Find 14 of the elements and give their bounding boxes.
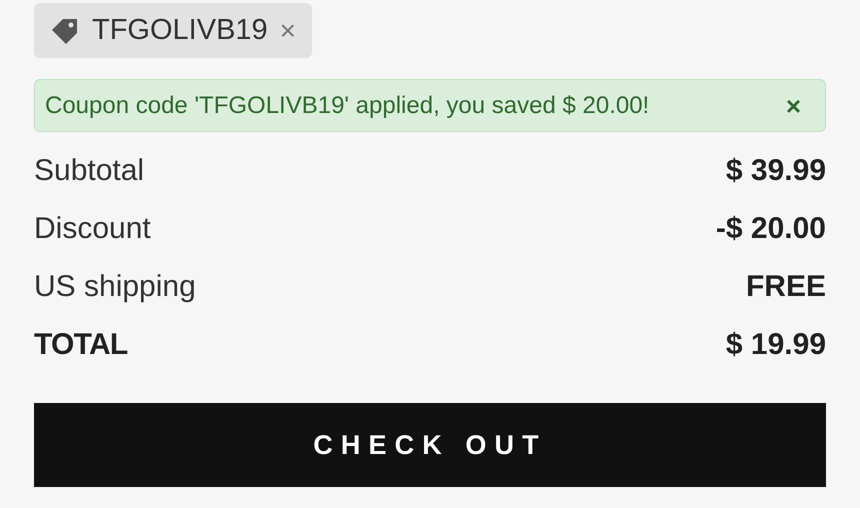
- tag-icon: [50, 16, 80, 44]
- summary-value: FREE: [746, 268, 826, 304]
- alert-message: Coupon code 'TFGOLIVB19' applied, you saved $ 20.00!: [45, 90, 650, 120]
- close-button[interactable]: ×: [786, 92, 801, 118]
- summary-label: Discount: [34, 210, 151, 246]
- remove-coupon-button[interactable]: ×: [280, 16, 296, 44]
- checkout-button[interactable]: CHECK OUT: [34, 403, 826, 487]
- coupon-code: TFGOLIVB19: [92, 12, 268, 48]
- summary-value: $ 19.99: [726, 326, 826, 362]
- summary-label: US shipping: [34, 268, 196, 304]
- summary-value: -$ 20.00: [716, 210, 826, 246]
- summary-value: $ 39.99: [726, 152, 826, 188]
- summary-label: TOTAL: [34, 326, 128, 362]
- summary-label: Subtotal: [34, 152, 144, 188]
